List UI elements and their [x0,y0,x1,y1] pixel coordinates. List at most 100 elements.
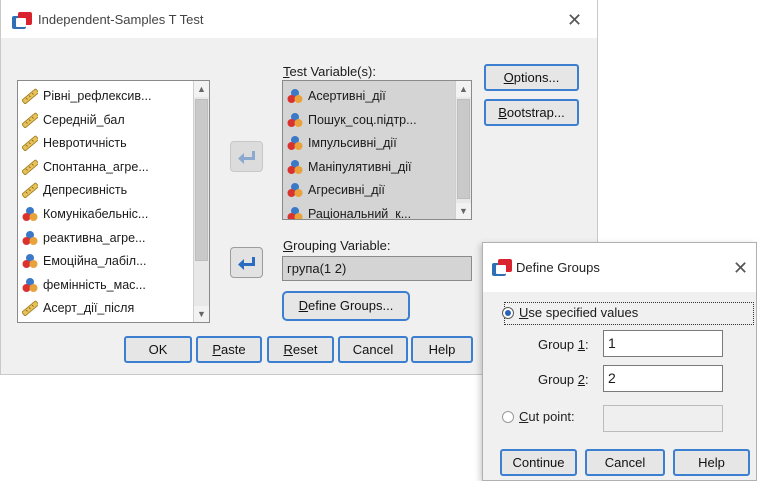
test-variables-label: Test Variable(s): [283,64,376,79]
help-button[interactable]: Help [411,336,473,363]
reset-button[interactable]: Reset [267,336,334,363]
source-list-scrollbar[interactable]: ▲ ▼ [193,81,209,322]
list-item[interactable]: Раціональний_к... [287,203,453,220]
use-specified-values-label: Use specified values [519,305,639,320]
group2-label: Group 2: [538,372,589,387]
list-item[interactable]: Асерт_дії_після [22,297,190,319]
cut-point-label: Cut point: [519,409,575,424]
use-specified-values-radio[interactable] [502,307,514,319]
list-item[interactable]: Комунікабельніс... [22,203,190,225]
ruler-icon [22,159,38,175]
nominal-icon [22,253,38,269]
scroll-thumb[interactable] [195,99,208,261]
nominal-icon [287,112,303,128]
list-item[interactable]: реактивна_агре... [22,227,190,249]
cut-point-input[interactable] [603,405,723,432]
options-label: ptions... [513,70,560,85]
ok-button[interactable]: OK [124,336,192,363]
grouping-variable-label: Grouping Variable: [283,238,391,253]
list-item[interactable]: Агресивні_дії [287,179,453,201]
grouping-variable-field[interactable]: група(1 2) [282,256,472,281]
define-groups-button[interactable]: Define Groups... [282,291,410,321]
list-item[interactable]: Рівні_рефлексив... [22,85,190,107]
list-item-label: Асерт_дії_після [43,301,135,316]
list-item-label: фемінність_мас... [43,277,146,292]
list-item-label: Маніпулятивні_дії [308,159,412,174]
paste-label: aste [221,342,246,357]
close-icon[interactable]: ✕ [567,11,582,29]
continue-button[interactable]: Continue [500,449,577,476]
ruler-icon [22,88,38,104]
arrow-right-icon [237,149,257,165]
nominal-icon [22,206,38,222]
title-bar: Independent-Samples T Test ✕ [1,0,597,38]
list-item[interactable]: Депресивність [22,179,190,201]
test-variables-list[interactable]: Асертивні_дії Пошук_соц.підтр... Імпульсив… [282,80,472,220]
help-button[interactable]: Help [673,449,750,476]
list-item[interactable]: Спонтанна_агре... [22,156,190,178]
list-item[interactable]: Пошук_соц.підтр... [287,109,453,131]
define-groups-title-bar: Define Groups ✕ [483,243,756,292]
spss-app-icon [492,259,512,276]
scroll-up-icon[interactable]: ▲ [456,81,471,97]
nominal-icon [22,277,38,293]
nominal-icon [287,182,303,198]
list-item[interactable]: Маніпулятивні_дії [287,156,453,178]
list-item-label: Імпульсивні_дії [308,136,397,151]
list-item-label: Середній_бал [43,112,125,127]
list-item[interactable]: Асертивні_дії [287,85,453,107]
bootstrap-label: ootstrap... [506,105,565,120]
test-list-scrollbar[interactable]: ▲ ▼ [455,81,471,219]
list-item-label: Емоційна_лабіл... [43,254,147,269]
list-item[interactable]: Емоційна_лабіл... [22,250,190,272]
nominal-icon [287,206,303,220]
cut-point-text: ut point: [528,409,575,424]
cancel-button[interactable]: Cancel [338,336,408,363]
define-groups-dialog: Define Groups ✕ Use specified values Gro… [482,242,757,481]
list-item[interactable]: фемінність_мас... [22,274,190,296]
list-item-label: Агресивні_дії [308,183,385,198]
cut-point-radio[interactable] [502,411,514,423]
group2-input[interactable]: 2 [603,365,723,392]
define-groups-title: Define Groups [516,260,600,275]
grouping-variable-label-text: rouping Variable: [293,238,391,253]
cancel-button[interactable]: Cancel [585,449,665,476]
spss-app-icon [12,12,32,29]
nominal-icon [287,135,303,151]
list-item[interactable]: Невротичність [22,132,190,154]
ruler-icon [22,300,38,316]
scroll-down-icon[interactable]: ▼ [456,203,471,219]
scroll-thumb[interactable] [457,99,470,199]
test-variables-label-text: est Variable(s): [289,64,376,79]
define-groups-label: efine Groups... [308,298,394,313]
nominal-icon [287,159,303,175]
list-item[interactable]: Середній_бал [22,109,190,131]
scroll-down-icon[interactable]: ▼ [194,306,209,322]
list-item-label: Комунікабельніс... [43,207,149,221]
reset-label: eset [292,342,318,357]
list-item-label: Депресивність [43,183,128,198]
list-item-label: Асертивні_дії [308,89,386,103]
scroll-up-icon[interactable]: ▲ [194,81,209,97]
group1-label: Group 1: [538,337,589,352]
move-to-test-variables-button[interactable] [230,141,263,172]
arrow-right-icon [237,255,257,271]
move-to-grouping-variable-button[interactable] [230,247,263,278]
paste-button[interactable]: Paste [196,336,262,363]
options-button[interactable]: Options... [484,64,579,91]
list-item-label: Раціональний_к... [308,207,412,220]
nominal-icon [22,230,38,246]
source-variable-list[interactable]: Рівні_рефлексив... Середній_бал Невротичні… [17,80,210,323]
list-item-label: Спонтанна_агре... [43,159,149,174]
ruler-icon [22,182,38,198]
use-specified-values-text: se specified values [528,305,639,320]
nominal-icon [287,88,303,104]
close-icon[interactable]: ✕ [733,259,748,277]
ruler-icon [22,112,38,128]
bootstrap-button[interactable]: Bootstrap... [484,99,579,126]
group1-input[interactable]: 1 [603,330,723,357]
list-item[interactable]: Імпульсивні_дії [287,132,453,154]
list-item-label: реактивна_агре... [43,230,146,245]
ruler-icon [22,135,38,151]
list-item-label: Невротичність [43,136,127,151]
